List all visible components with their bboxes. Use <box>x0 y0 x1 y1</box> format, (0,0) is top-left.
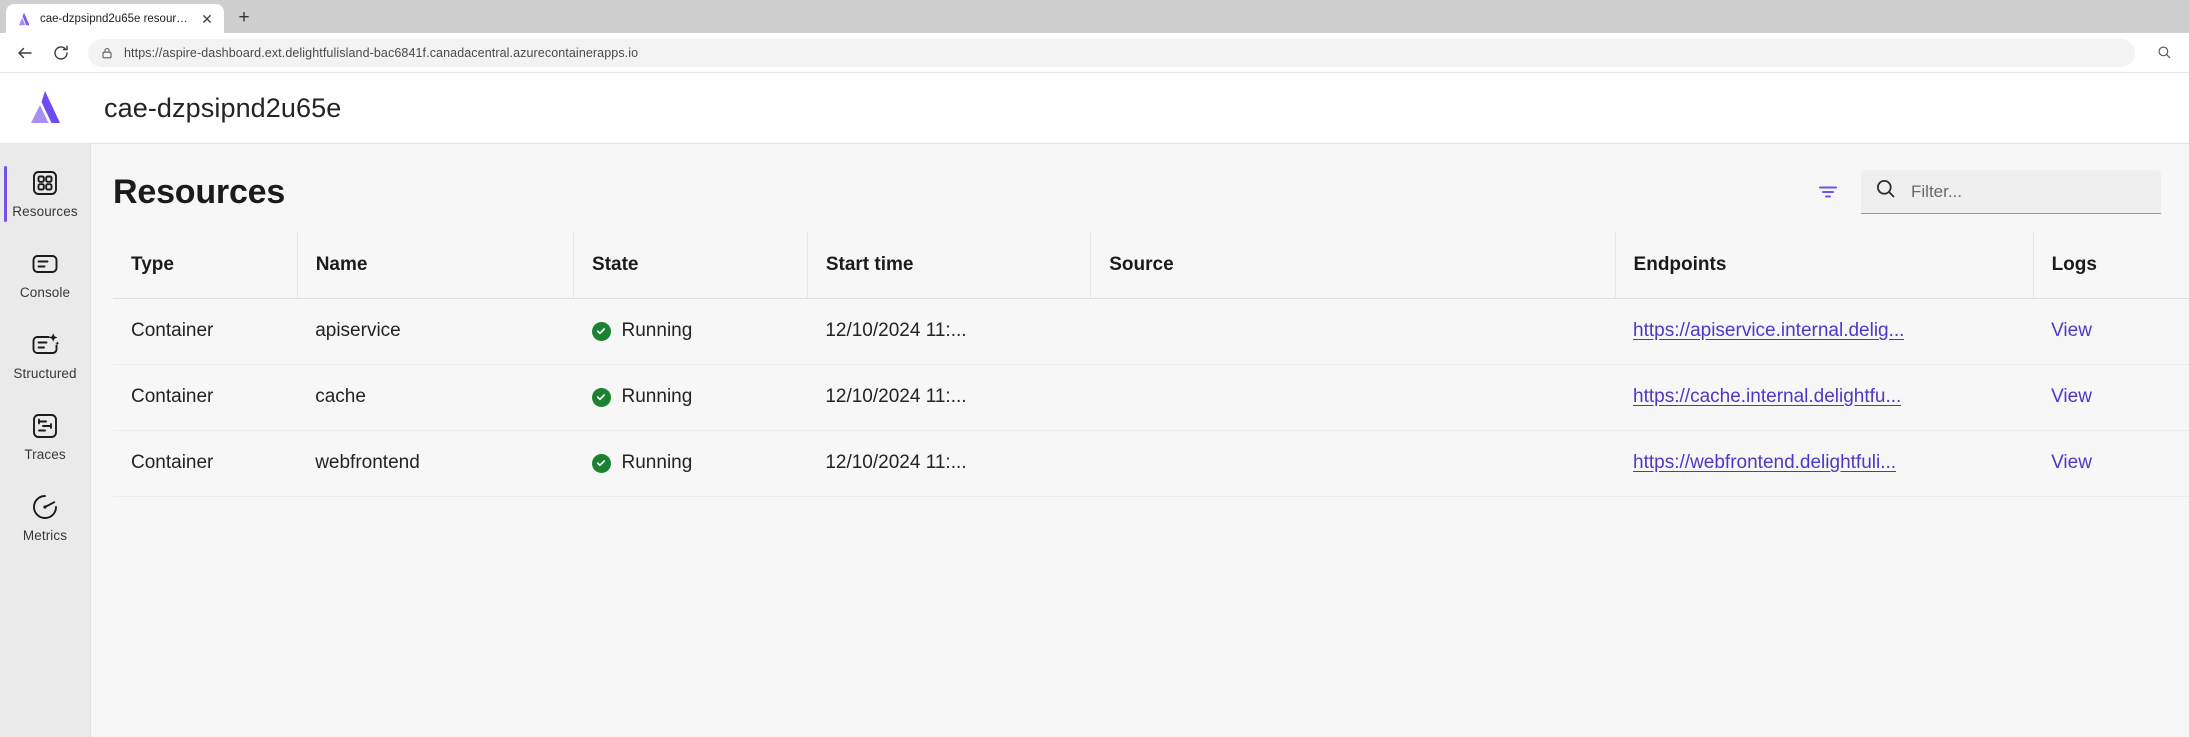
sidebar-item-label: Resources <box>12 204 78 219</box>
console-lines-icon <box>30 249 60 279</box>
cell-type: Container <box>113 430 298 497</box>
sidebar-item-label: Metrics <box>22 528 68 543</box>
cell-endpoint: https://cache.internal.delightfu... <box>1615 364 2034 431</box>
metrics-gauge-icon <box>30 492 60 522</box>
zoom-search-icon[interactable] <box>2149 38 2179 68</box>
column-header-type[interactable]: Type <box>113 232 298 299</box>
page-header-title: cae-dzpsipnd2u65e <box>104 92 342 123</box>
cell-start-time: 12/10/2024 11:... <box>807 298 1091 365</box>
column-header-logs[interactable]: Logs <box>2032 232 2189 299</box>
url-text: https://aspire-dashboard.ext.delightfuli… <box>124 45 639 60</box>
view-logs-link[interactable]: View <box>2051 386 2092 407</box>
app-main: Resources Console Structured Traces Metr… <box>0 143 2189 737</box>
cell-type: Container <box>113 364 298 431</box>
cell-source <box>1090 298 1616 365</box>
cell-start-time: 12/10/2024 11:... <box>807 430 1091 497</box>
cell-name: cache <box>297 364 574 431</box>
cell-source <box>1090 430 1616 497</box>
cell-logs: View <box>2033 364 2189 431</box>
column-header-name[interactable]: Name <box>296 232 574 299</box>
sidebar-item-label: Traces <box>24 447 66 462</box>
browser-toolbar: https://aspire-dashboard.ext.delightfuli… <box>0 33 2189 73</box>
state-label: Running <box>621 386 693 407</box>
browser-tab[interactable]: cae-dzpsipnd2u65e resources ✕ <box>6 4 224 33</box>
browser-window: cae-dzpsipnd2u65e resources ✕ + https://… <box>0 0 2189 737</box>
resources-table: Type Name State Start time Source Endpoi… <box>113 232 2189 497</box>
column-header-source[interactable]: Source <box>1090 232 1616 299</box>
reload-button[interactable] <box>46 38 76 68</box>
search-input[interactable] <box>1911 181 2147 202</box>
sidebar-item-structured[interactable]: Structured <box>0 315 90 396</box>
cell-logs: View <box>2033 298 2189 365</box>
lock-icon <box>100 46 114 60</box>
app-header: cae-dzpsipnd2u65e <box>0 73 2189 143</box>
close-icon[interactable]: ✕ <box>198 10 216 28</box>
resources-table-container: Type Name State Start time Source Endpoi… <box>91 232 2189 737</box>
content-panel: Resources Filter... Type Name State Star… <box>90 143 2189 737</box>
table-row[interactable]: Container cache Running 12/10/2024 11:..… <box>113 364 2189 431</box>
cell-endpoint: https://apiservice.internal.delig... <box>1615 298 2034 365</box>
cell-source <box>1090 364 1616 431</box>
view-logs-link[interactable]: View <box>2051 320 2092 341</box>
checkmark-circle-icon <box>591 321 611 341</box>
table-row[interactable]: Container webfrontend Running 12/10/2024… <box>113 430 2189 497</box>
filter-icon[interactable] <box>1811 175 1845 209</box>
sidebar-item-metrics[interactable]: Metrics <box>0 477 90 558</box>
table-row[interactable]: Container apiservice Running 12/10/2024 … <box>113 298 2189 365</box>
endpoint-link[interactable]: https://apiservice.internal.delig... <box>1633 320 1904 342</box>
search-icon <box>1875 178 1897 205</box>
cell-name: webfrontend <box>297 430 574 497</box>
search-box[interactable] <box>1861 170 2161 214</box>
view-logs-link[interactable]: View <box>2051 452 2092 473</box>
column-header-state[interactable]: State <box>573 232 808 299</box>
traces-gantt-icon <box>30 411 60 441</box>
column-header-start-time[interactable]: Start time <box>806 232 1091 299</box>
aspire-logo-icon <box>16 11 32 27</box>
content-header: Resources <box>91 144 2189 232</box>
checkmark-circle-icon <box>591 387 611 407</box>
sidebar-item-label: Structured <box>13 366 77 381</box>
endpoint-link[interactable]: https://webfrontend.delightfuli... <box>1633 452 1896 474</box>
cell-state: Running <box>573 298 808 365</box>
cell-name: apiservice <box>297 298 574 365</box>
tab-title: cae-dzpsipnd2u65e resources <box>40 12 190 25</box>
aspire-logo <box>0 86 90 130</box>
structured-logs-sparkle-icon <box>30 330 60 360</box>
cell-state: Running <box>573 430 808 497</box>
page-title: Resources <box>113 172 286 211</box>
cell-type: Container <box>113 298 298 365</box>
back-button[interactable] <box>10 38 40 68</box>
sidebar: Resources Console Structured Traces Metr… <box>0 143 90 737</box>
sidebar-item-console[interactable]: Console <box>0 234 90 315</box>
table-header-row: Type Name State Start time Source Endpoi… <box>113 232 2189 299</box>
endpoint-link[interactable]: https://cache.internal.delightfu... <box>1633 386 1901 408</box>
tab-strip: cae-dzpsipnd2u65e resources ✕ + <box>0 0 2189 33</box>
cell-state: Running <box>573 364 808 431</box>
sidebar-item-traces[interactable]: Traces <box>0 396 90 477</box>
new-tab-button[interactable]: + <box>230 3 258 31</box>
grid-squares-icon <box>30 168 60 198</box>
table-body: Container apiservice Running 12/10/2024 … <box>113 298 2189 497</box>
address-bar[interactable]: https://aspire-dashboard.ext.delightfuli… <box>88 38 2135 67</box>
state-label: Running <box>621 452 693 473</box>
sidebar-item-resources[interactable]: Resources <box>0 153 90 234</box>
checkmark-circle-icon <box>591 453 611 473</box>
table-head: Type Name State Start time Source Endpoi… <box>113 232 2189 299</box>
cell-logs: View <box>2033 430 2189 497</box>
column-header-endpoints[interactable]: Endpoints <box>1614 232 2034 299</box>
aspire-dashboard: cae-dzpsipnd2u65e Resources Console Stru… <box>0 73 2189 737</box>
cell-endpoint: https://webfrontend.delightfuli... <box>1615 430 2034 497</box>
sidebar-item-label: Console <box>19 285 71 300</box>
cell-start-time: 12/10/2024 11:... <box>807 364 1091 431</box>
state-label: Running <box>621 320 693 341</box>
